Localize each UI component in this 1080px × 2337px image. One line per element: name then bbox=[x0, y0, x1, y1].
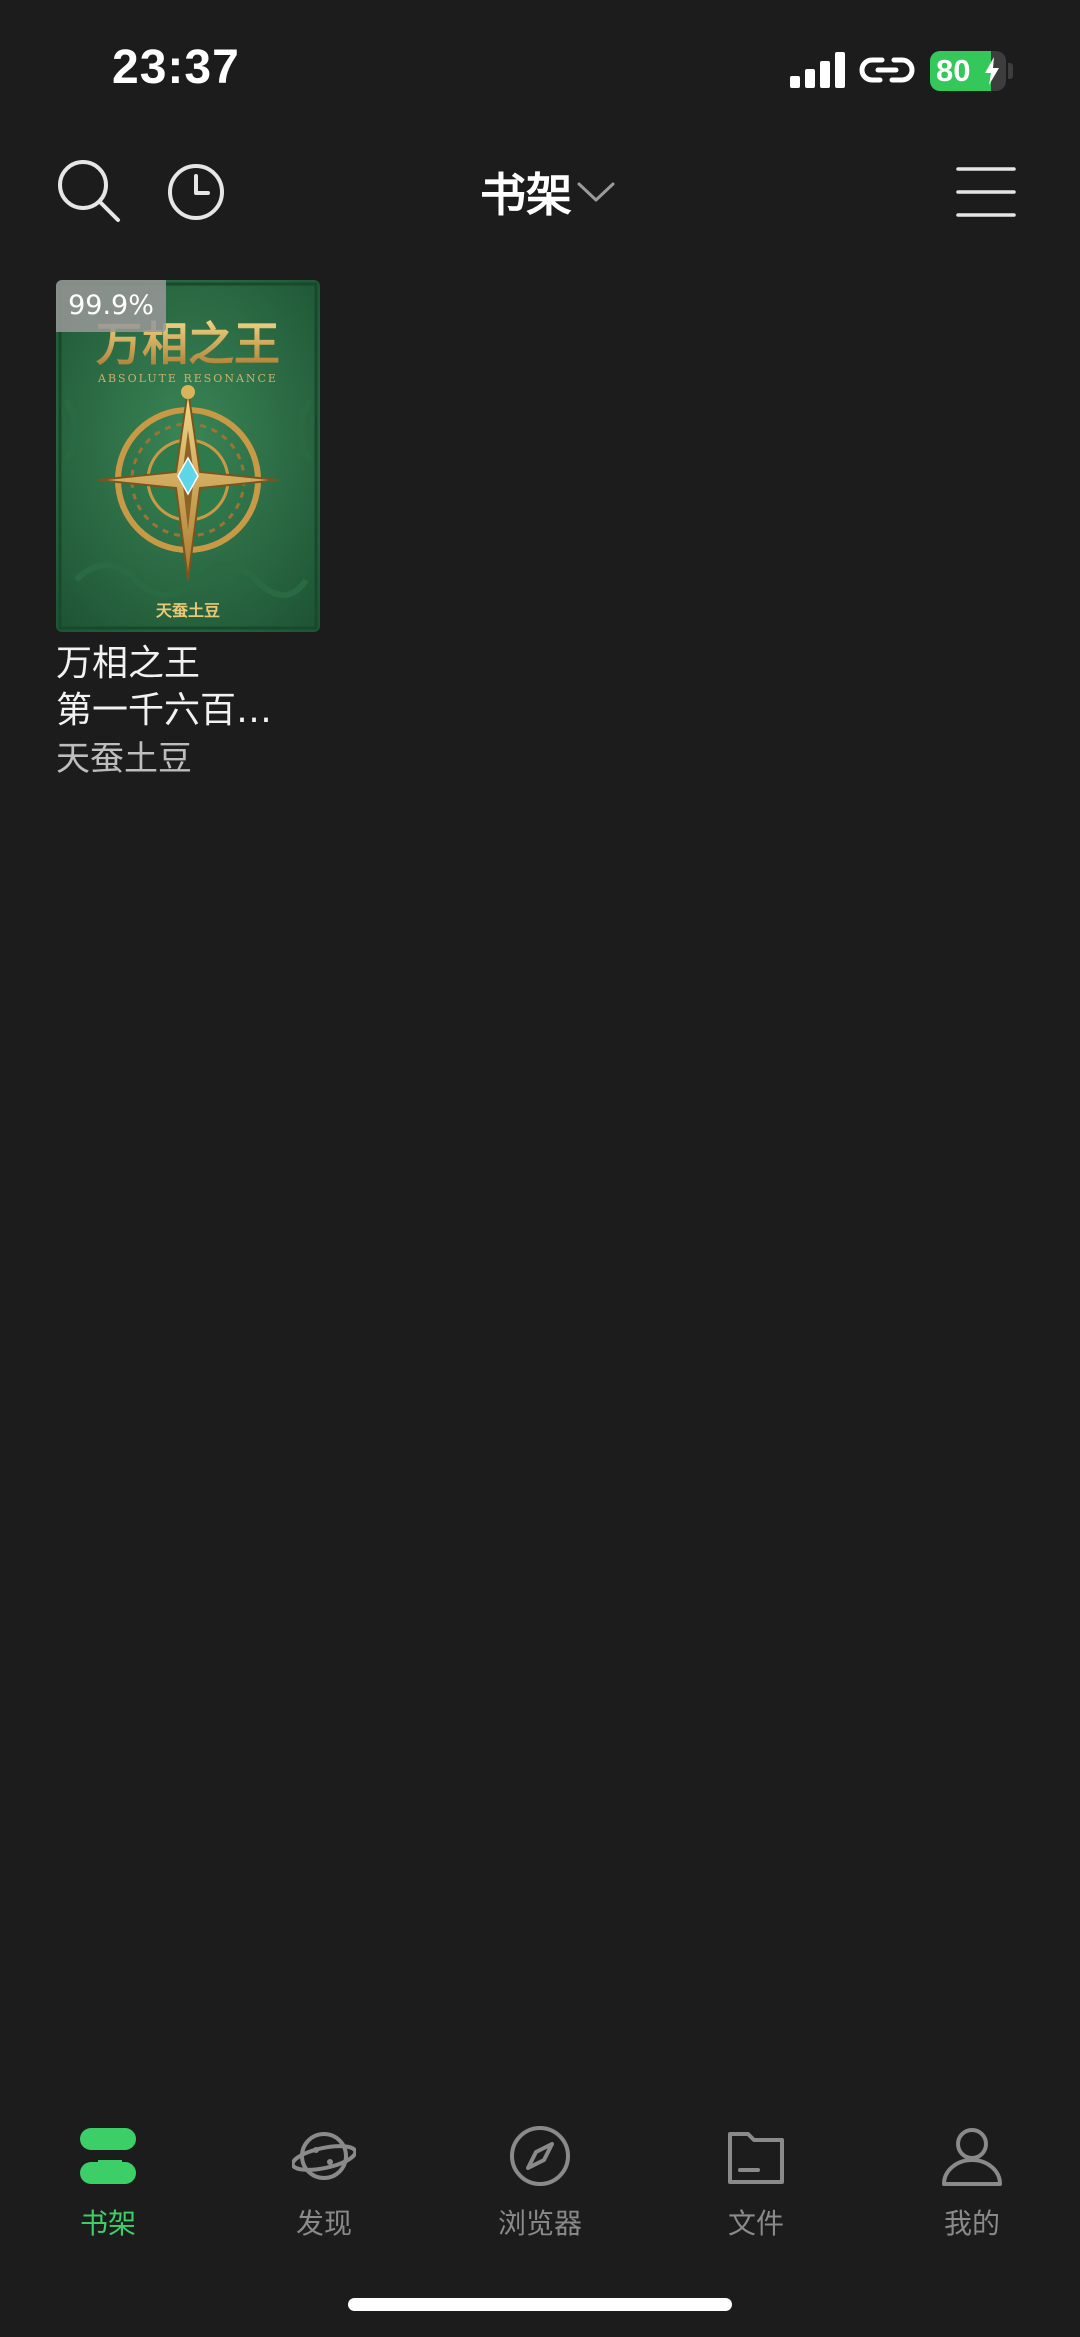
history-clock-icon[interactable] bbox=[166, 162, 226, 222]
tab-files[interactable]: 文件 bbox=[648, 2110, 864, 2260]
folder-icon bbox=[728, 2132, 784, 2184]
chevron-down-icon bbox=[577, 182, 615, 202]
tab-label: 文件 bbox=[727, 2207, 784, 2240]
search-icon[interactable] bbox=[56, 158, 122, 224]
status-time: 23:37 bbox=[112, 41, 240, 94]
tab-label: 我的 bbox=[943, 2207, 1000, 2240]
battery-indicator: 80 bbox=[930, 51, 1006, 91]
book-title: 万相之王 bbox=[56, 643, 201, 684]
bookshelf-icon bbox=[80, 2128, 140, 2184]
charging-bolt-icon bbox=[985, 57, 999, 85]
tab-label: 发现 bbox=[295, 2207, 352, 2240]
compass-icon bbox=[510, 2126, 570, 2186]
status-bar: 23:37 80 bbox=[0, 0, 1080, 140]
book-latest-chapter: 第一千六百… bbox=[56, 690, 273, 731]
planet-icon bbox=[292, 2132, 356, 2180]
tab-discover[interactable]: 发现 bbox=[216, 2110, 432, 2260]
cover-author: 天蚕土豆 bbox=[156, 601, 220, 620]
book-cover[interactable]: 万相之王 ABSOLUTE RESONANCE 天蚕土豆 99.9% bbox=[56, 280, 320, 632]
tab-profile[interactable]: 我的 bbox=[864, 2110, 1080, 2260]
reading-progress-badge: 99.9% bbox=[56, 280, 166, 332]
battery-cap bbox=[1008, 63, 1013, 79]
tab-label: 浏览器 bbox=[497, 2207, 582, 2240]
cellular-signal-icon bbox=[790, 52, 845, 88]
book-card[interactable]: 万相之王 ABSOLUTE RESONANCE 天蚕土豆 99.9% 万相之王 … bbox=[56, 280, 320, 783]
tab-label: 书架 bbox=[79, 2207, 136, 2240]
home-indicator[interactable] bbox=[348, 2298, 732, 2311]
hamburger-menu-icon[interactable] bbox=[956, 166, 1016, 218]
person-icon bbox=[942, 2128, 1002, 2186]
book-cover-art: 万相之王 ABSOLUTE RESONANCE 天蚕土豆 bbox=[56, 280, 320, 632]
book-author: 天蚕土豆 bbox=[56, 739, 192, 779]
shelf-selector[interactable]: 书架 bbox=[480, 162, 616, 222]
tab-bookshelf[interactable]: 书架 bbox=[0, 2110, 216, 2260]
battery-percentage: 80 bbox=[936, 53, 971, 88]
cover-subtitle: ABSOLUTE RESONANCE bbox=[97, 372, 278, 385]
bottom-tab-bar: 书架 发现 浏览器 文件 我的 bbox=[0, 2110, 1080, 2260]
top-toolbar: 书架 bbox=[0, 140, 1080, 250]
personal-hotspot-link-icon bbox=[859, 57, 915, 83]
tab-browser[interactable]: 浏览器 bbox=[432, 2110, 648, 2260]
page-title: 书架 bbox=[480, 168, 572, 222]
